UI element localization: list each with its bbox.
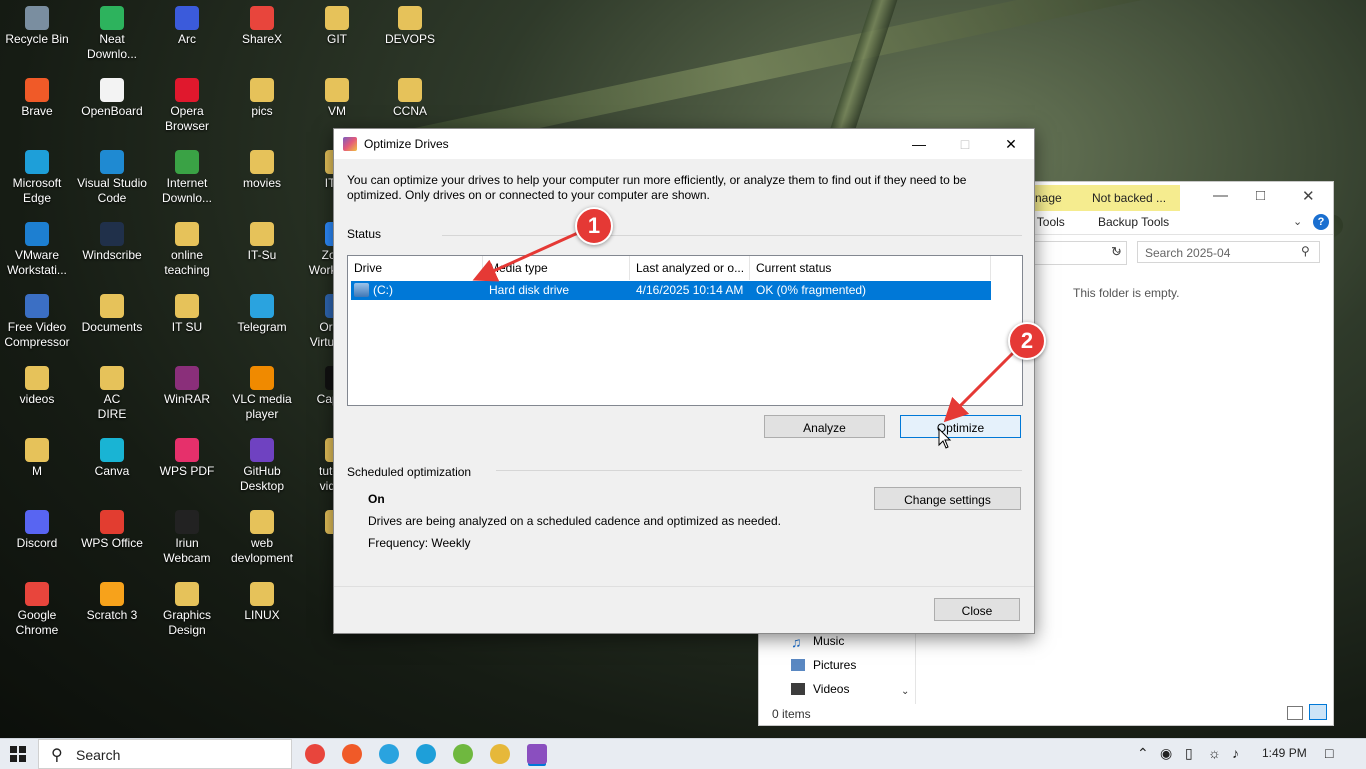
battery-icon[interactable]: ▯ (1185, 745, 1193, 762)
volume-icon[interactable]: ♪ (1232, 745, 1239, 761)
webcam-icon[interactable]: ◉ (1160, 745, 1172, 762)
optimize-drives-icon[interactable] (527, 744, 547, 764)
annotation-badge-2: 2 (1008, 322, 1046, 360)
annotation-arrow-1 (472, 230, 581, 282)
app-icon[interactable] (453, 744, 473, 764)
mouse-cursor-icon (938, 428, 952, 449)
telegram-icon[interactable] (379, 744, 399, 764)
taskbar: ⚲ Search ⌃ ◉ ▯ ☼ ♪ 1:49 PM □ (0, 738, 1366, 769)
annotation-arrow-2 (943, 350, 1016, 423)
taskbar-clock[interactable]: 1:49 PM (1262, 746, 1307, 760)
taskbar-search-label: Search (76, 747, 121, 763)
search-icon: ⚲ (51, 747, 63, 764)
brave-icon[interactable] (342, 744, 362, 764)
file-explorer-icon[interactable] (490, 744, 510, 764)
notifications-icon[interactable]: □ (1325, 745, 1333, 761)
start-button[interactable] (10, 746, 26, 762)
chevron-up-icon[interactable]: ⌃ (1137, 745, 1149, 762)
annotation-arrows (472, 230, 1016, 423)
network-icon[interactable]: ☼ (1208, 745, 1221, 761)
chrome-icon[interactable] (305, 744, 325, 764)
taskbar-search-box[interactable]: ⚲ Search (38, 739, 292, 769)
annotation-badge-1: 1 (575, 207, 613, 245)
edge-icon[interactable] (416, 744, 436, 764)
windows-logo-icon (10, 746, 17, 753)
